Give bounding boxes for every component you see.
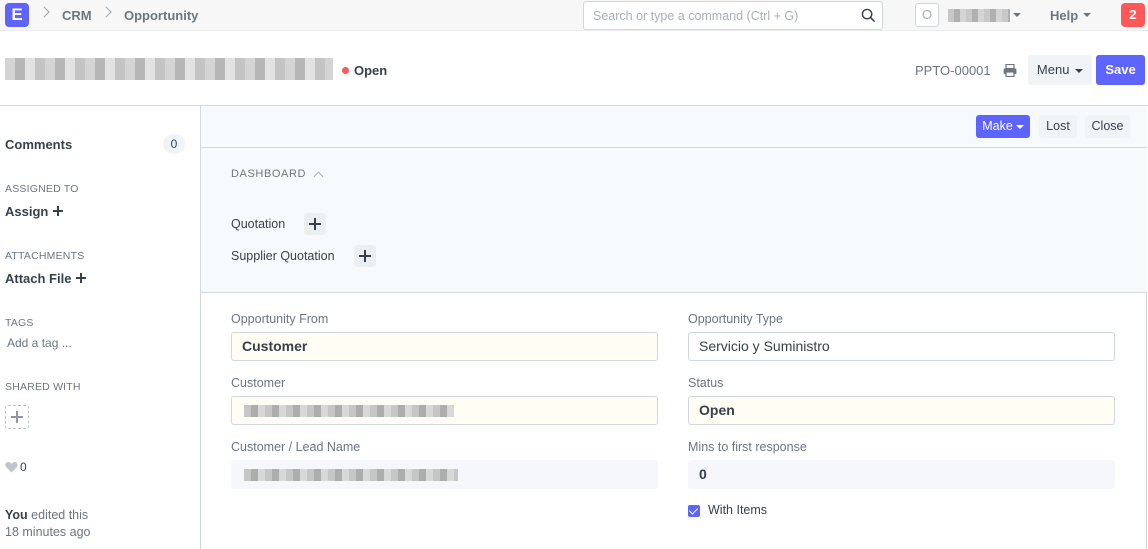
- dashboard-link-supplier-quotation[interactable]: Supplier Quotation: [231, 249, 335, 263]
- menu-button[interactable]: Menu: [1028, 55, 1092, 85]
- customer-lead-name-redacted: [244, 469, 458, 481]
- form-toolbar: Make Lost Close: [201, 106, 1147, 148]
- timeline-action: edited this: [31, 508, 89, 522]
- status-label: Status: [688, 376, 724, 390]
- form-dashboard: DASHBOARD Quotation Supplier Quotation: [201, 148, 1147, 293]
- last-edit-info: You edited this 18 minutes ago: [5, 507, 195, 541]
- make-button[interactable]: Make: [976, 115, 1030, 138]
- document-name: PPTO-00001: [915, 63, 991, 78]
- like-count: 0: [20, 460, 27, 474]
- customer-lead-name-field: [231, 460, 658, 489]
- timeline-user: You: [5, 508, 28, 522]
- opportunity-from-select[interactable]: Customer: [231, 332, 658, 361]
- breadcrumb-opportunity[interactable]: Opportunity: [124, 8, 198, 23]
- dashboard-heading[interactable]: DASHBOARD: [231, 168, 306, 180]
- attach-file-button[interactable]: Attach File: [5, 271, 87, 286]
- caret-down-icon[interactable]: [1083, 13, 1091, 17]
- page-head: Open PPTO-00001 Menu Save: [0, 31, 1148, 106]
- form-layout: Make Lost Close DASHBOARD Quotation Supp…: [200, 106, 1147, 549]
- assign-label: Assign: [5, 204, 49, 219]
- assign-button[interactable]: Assign: [5, 204, 64, 219]
- heart-icon[interactable]: [5, 461, 18, 473]
- status-indicator-dot: [342, 67, 349, 74]
- add-quotation-button[interactable]: [304, 213, 326, 235]
- caret-down-icon[interactable]: [1013, 13, 1021, 17]
- page-title-redacted: [5, 58, 333, 80]
- assigned-to-heading: ASSIGNED TO: [5, 183, 79, 195]
- shared-with-heading: SHARED WITH: [5, 381, 81, 393]
- add-tag-input[interactable]: Add a tag ...: [7, 336, 72, 350]
- customer-value-redacted: [244, 405, 454, 417]
- menu-button-label: Menu: [1036, 62, 1070, 77]
- close-button[interactable]: Close: [1085, 115, 1130, 138]
- opportunity-type-field[interactable]: Servicio y Suministro: [688, 332, 1115, 361]
- attach-file-label: Attach File: [5, 271, 72, 286]
- status-badge: Open: [354, 63, 388, 78]
- chevron-up-icon[interactable]: [313, 171, 324, 182]
- user-name-redacted[interactable]: [948, 9, 1010, 22]
- app-logo[interactable]: E: [5, 3, 29, 27]
- plus-icon: [76, 273, 87, 283]
- user-avatar[interactable]: O: [915, 3, 939, 27]
- tags-heading: TAGS: [5, 317, 34, 329]
- customer-label: Customer: [231, 376, 286, 390]
- breadcrumb-crm[interactable]: CRM: [62, 8, 92, 23]
- opportunity-from-label: Opportunity From: [231, 312, 329, 326]
- chevron-right-icon: [38, 6, 50, 18]
- print-icon[interactable]: [1003, 64, 1017, 77]
- timeline-time: 18 minutes ago: [5, 525, 91, 539]
- opportunity-type-label: Opportunity Type: [688, 312, 783, 326]
- attachments-heading: ATTACHMENTS: [5, 250, 85, 262]
- customer-lead-name-label: Customer / Lead Name: [231, 440, 361, 454]
- comments-count: 0: [163, 134, 185, 154]
- with-items-checkbox[interactable]: [688, 505, 700, 517]
- lost-button[interactable]: Lost: [1039, 115, 1077, 138]
- add-supplier-quotation-button[interactable]: [354, 245, 376, 267]
- chevron-right-icon: [100, 6, 112, 18]
- status-select[interactable]: Open: [688, 396, 1115, 425]
- awesome-bar: [583, 1, 883, 30]
- search-icon[interactable]: [861, 8, 876, 23]
- dashboard-link-quotation[interactable]: Quotation: [231, 217, 285, 231]
- with-items-label[interactable]: With Items: [708, 503, 767, 517]
- form-sidebar: Comments 0 ASSIGNED TO Assign ATTACHMENT…: [0, 106, 200, 549]
- make-button-label: Make: [982, 119, 1013, 133]
- top-navbar: E CRM Opportunity O Help 2: [0, 0, 1148, 31]
- add-share-button[interactable]: [5, 405, 29, 429]
- plus-icon: [53, 206, 64, 216]
- customer-field[interactable]: [231, 396, 658, 425]
- notifications-badge[interactable]: 2: [1121, 3, 1145, 27]
- help-menu[interactable]: Help: [1050, 8, 1078, 23]
- comments-link[interactable]: Comments: [5, 137, 72, 152]
- caret-down-icon: [1075, 68, 1084, 73]
- mins-first-response-field: 0: [688, 460, 1115, 489]
- save-button[interactable]: Save: [1096, 55, 1145, 85]
- search-input[interactable]: [584, 2, 844, 29]
- mins-first-response-label: Mins to first response: [688, 440, 807, 454]
- caret-down-icon: [1015, 124, 1024, 129]
